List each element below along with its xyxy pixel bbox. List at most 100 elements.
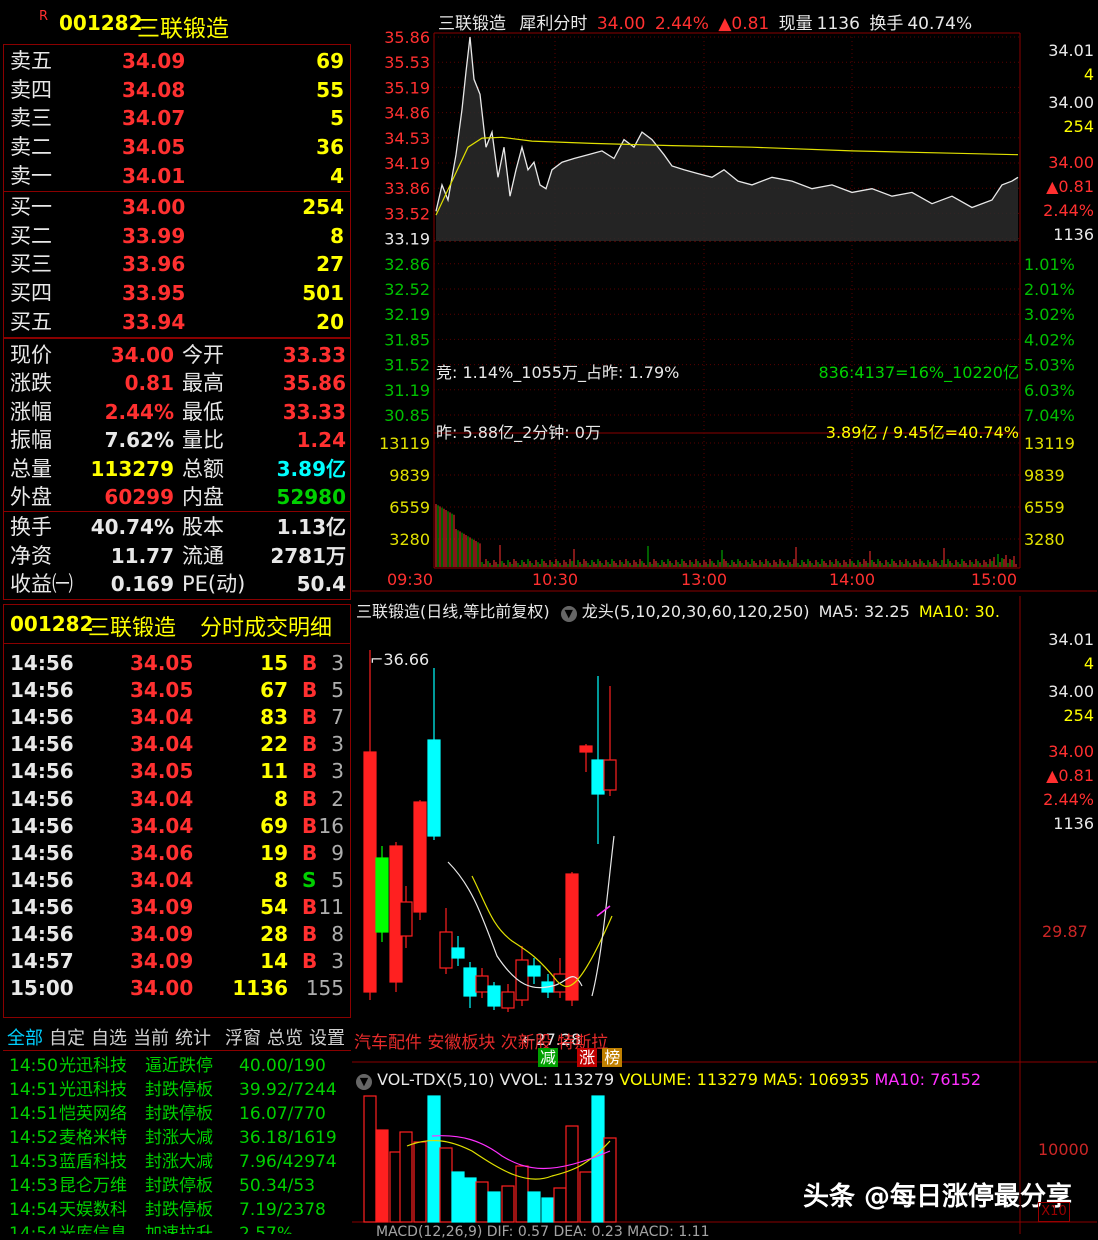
alert-name: 光迅科技 xyxy=(59,1056,127,1076)
tick-row[interactable]: 14:57 34.09 14 B 3 xyxy=(4,947,350,975)
price-axis-label: 34.19 xyxy=(384,154,430,173)
tick-row[interactable]: 14:56 34.06 19 B 9 xyxy=(4,839,350,867)
tick-row[interactable]: 14:56 34.04 8 B 2 xyxy=(4,785,350,813)
tick-bs: B xyxy=(302,840,318,865)
alert-type: 封跌停板 xyxy=(145,1080,213,1100)
buy-row[interactable]: 买四 33.95 501 xyxy=(4,279,350,307)
sell-row[interactable]: 卖四 34.08 55 xyxy=(4,76,350,104)
tick-count: 155 xyxy=(305,976,344,1001)
daily-chart[interactable]: 三联锻造(日线,等比前复权) ▼ 龙头(5,10,20,30,60,120,25… xyxy=(352,596,1097,1240)
tick-volume: 28 xyxy=(260,922,288,946)
daily-volume-bar xyxy=(515,1165,529,1223)
order-book: 卖五 34.09 69 卖四 34.08 55 卖三 34.07 5 卖二 34.05… xyxy=(3,44,351,338)
tick-time: 15:00 xyxy=(10,976,74,1001)
tick-time: 14:57 xyxy=(10,949,74,974)
tick-price: 34.04 xyxy=(130,867,194,892)
tab-1[interactable]: 自定 xyxy=(49,1024,85,1050)
tick-row[interactable]: 14:56 34.05 15 B 3 xyxy=(4,649,350,677)
alert-time: 14:53 xyxy=(9,1176,58,1196)
sell-row[interactable]: 卖一 34.01 4 xyxy=(4,162,350,190)
stat-label: 总量 xyxy=(10,456,52,481)
daily-volume-bar xyxy=(427,1095,441,1223)
price-axis-label: 33.86 xyxy=(384,179,430,198)
candle-body xyxy=(427,739,441,837)
tick-count: 8 xyxy=(331,922,344,946)
alert-row[interactable]: 14:53 蓝盾科技 封涨大减 7.96/42974 xyxy=(3,1150,351,1174)
alert-time: 14:51 xyxy=(9,1104,58,1124)
alert-value: 36.18/1619 xyxy=(239,1128,337,1148)
tab-4[interactable]: 统计 xyxy=(175,1024,211,1050)
alert-row[interactable]: 14:51 恺英网络 封跌停板 16.07/770 xyxy=(3,1102,351,1126)
alert-row[interactable]: 14:53 昆仑万维 封跌停板 50.34/53 xyxy=(3,1174,351,1198)
tab-7[interactable]: 设置 xyxy=(309,1024,345,1050)
dside-bid: 34.00 xyxy=(1048,682,1094,701)
sell-row[interactable]: 卖三 34.07 5 xyxy=(4,104,350,132)
tick-row[interactable]: 14:56 34.05 11 B 3 xyxy=(4,757,350,785)
alert-value: 2.57% xyxy=(239,1224,294,1234)
sell-row[interactable]: 卖二 34.05 36 xyxy=(4,133,350,161)
vol-chevron-icon[interactable]: ▼ xyxy=(356,1074,372,1090)
daily-volume-bar xyxy=(413,1141,427,1223)
sell-label: 卖三 xyxy=(10,106,52,131)
intraday-price: 34.00 xyxy=(596,14,646,34)
stat-value: 1.13亿 xyxy=(276,515,346,539)
candle-body xyxy=(463,967,477,997)
tab-3[interactable]: 当前 xyxy=(133,1024,169,1050)
stat-value: 7.62% xyxy=(104,428,174,453)
alert-row[interactable]: 14:50 光迅科技 逼近跌停 40.00/190 xyxy=(3,1054,351,1078)
alert-row[interactable]: 14:54 光库信息 加速拉升 2.57% xyxy=(3,1222,351,1234)
buy-row[interactable]: 买三 33.96 27 xyxy=(4,250,350,278)
tick-bs: B xyxy=(302,678,318,703)
tick-row[interactable]: 14:56 34.04 22 B 3 xyxy=(4,730,350,758)
stock-code: 001282 xyxy=(59,11,143,35)
tab-6[interactable]: 总览 xyxy=(267,1024,303,1050)
quote-stats: 现价 34.00 今开 33.33 涨跌 0.81 最高 35.86 涨幅 2.44… xyxy=(3,338,351,600)
intraday-chart[interactable]: 35.86 35.53 35.19 34.86 34.53 34.19 33.86 33.52… xyxy=(352,3,1097,595)
sell-price: 34.05 xyxy=(122,135,186,160)
daily-volume-bar xyxy=(501,1185,515,1223)
daily-volume-bar xyxy=(399,1131,413,1223)
tick-time: 14:56 xyxy=(10,894,74,919)
stat-label: PE(动) xyxy=(182,572,246,597)
alert-row[interactable]: 14:51 光迅科技 封跌停板 39.92/7244 xyxy=(3,1078,351,1102)
vol-unit[interactable]: X10 xyxy=(1038,1202,1070,1222)
chevron-down-icon[interactable]: ▼ xyxy=(560,606,577,622)
intraday-pct: 2.44% xyxy=(654,14,709,34)
buy-row[interactable]: 买一 34.00 254 xyxy=(4,193,350,221)
daily-volume-bar xyxy=(487,1191,501,1223)
alert-time: 14:54 xyxy=(9,1200,58,1220)
daily-volume-bar xyxy=(463,1177,477,1223)
info-left2: 昨: 5.88亿_2分钟: 0万 xyxy=(436,423,601,442)
tick-volume: 11 xyxy=(260,759,288,784)
sell-row[interactable]: 卖五 34.09 69 xyxy=(4,47,350,75)
alert-row[interactable]: 14:54 天娱数科 封跌停板 7.19/2378 xyxy=(3,1198,351,1222)
time-axis-label: 14:00 xyxy=(829,570,875,589)
stat-label: 现价 xyxy=(10,343,52,367)
sell-label: 卖二 xyxy=(10,135,52,160)
cur-vol-label: 现量 xyxy=(778,14,813,34)
tab-5[interactable]: 浮窗 xyxy=(225,1024,261,1050)
intraday-name: 三联锻造 xyxy=(438,14,506,34)
alert-list: 14:50 光迅科技 逼近跌停 40.00/190 14:51 光迅科技 封跌停板… xyxy=(3,1054,351,1234)
alert-row[interactable]: 14:52 麦格米特 封涨大减 36.18/1619 xyxy=(3,1126,351,1150)
price-axis-label: 33.52 xyxy=(384,204,430,223)
tick-row[interactable]: 14:56 34.04 8 S 5 xyxy=(4,866,350,894)
stat-label: 涨幅 xyxy=(10,399,52,424)
tick-price: 34.06 xyxy=(130,840,194,865)
price-axis-label: 31.19 xyxy=(384,381,430,400)
buy-row[interactable]: 买五 33.94 20 xyxy=(4,308,350,336)
tab-2[interactable]: 自选 xyxy=(91,1024,127,1050)
buy-row[interactable]: 买二 33.99 8 xyxy=(4,222,350,250)
tick-row[interactable]: 14:56 34.09 54 B 11 xyxy=(4,893,350,921)
tab-0[interactable]: 全部 xyxy=(7,1024,43,1050)
tick-title: 分时成交明细 xyxy=(200,616,333,641)
tick-row[interactable]: 14:56 34.09 28 B 8 xyxy=(4,920,350,948)
tick-row[interactable]: 14:56 34.04 69 B 16 xyxy=(4,812,350,840)
tick-header: 001282 三联锻造 分时成交明细 xyxy=(4,605,350,644)
alert-type: 封跌停板 xyxy=(145,1200,213,1220)
price-axis-label: 34.86 xyxy=(384,104,430,123)
tick-row[interactable]: 14:56 34.05 67 B 5 xyxy=(4,676,350,704)
daily-ma10: MA10: 30. xyxy=(918,602,1000,621)
tick-row[interactable]: 15:00 34.00 1136 155 xyxy=(4,974,350,1002)
tick-row[interactable]: 14:56 34.04 83 B 7 xyxy=(4,703,350,731)
